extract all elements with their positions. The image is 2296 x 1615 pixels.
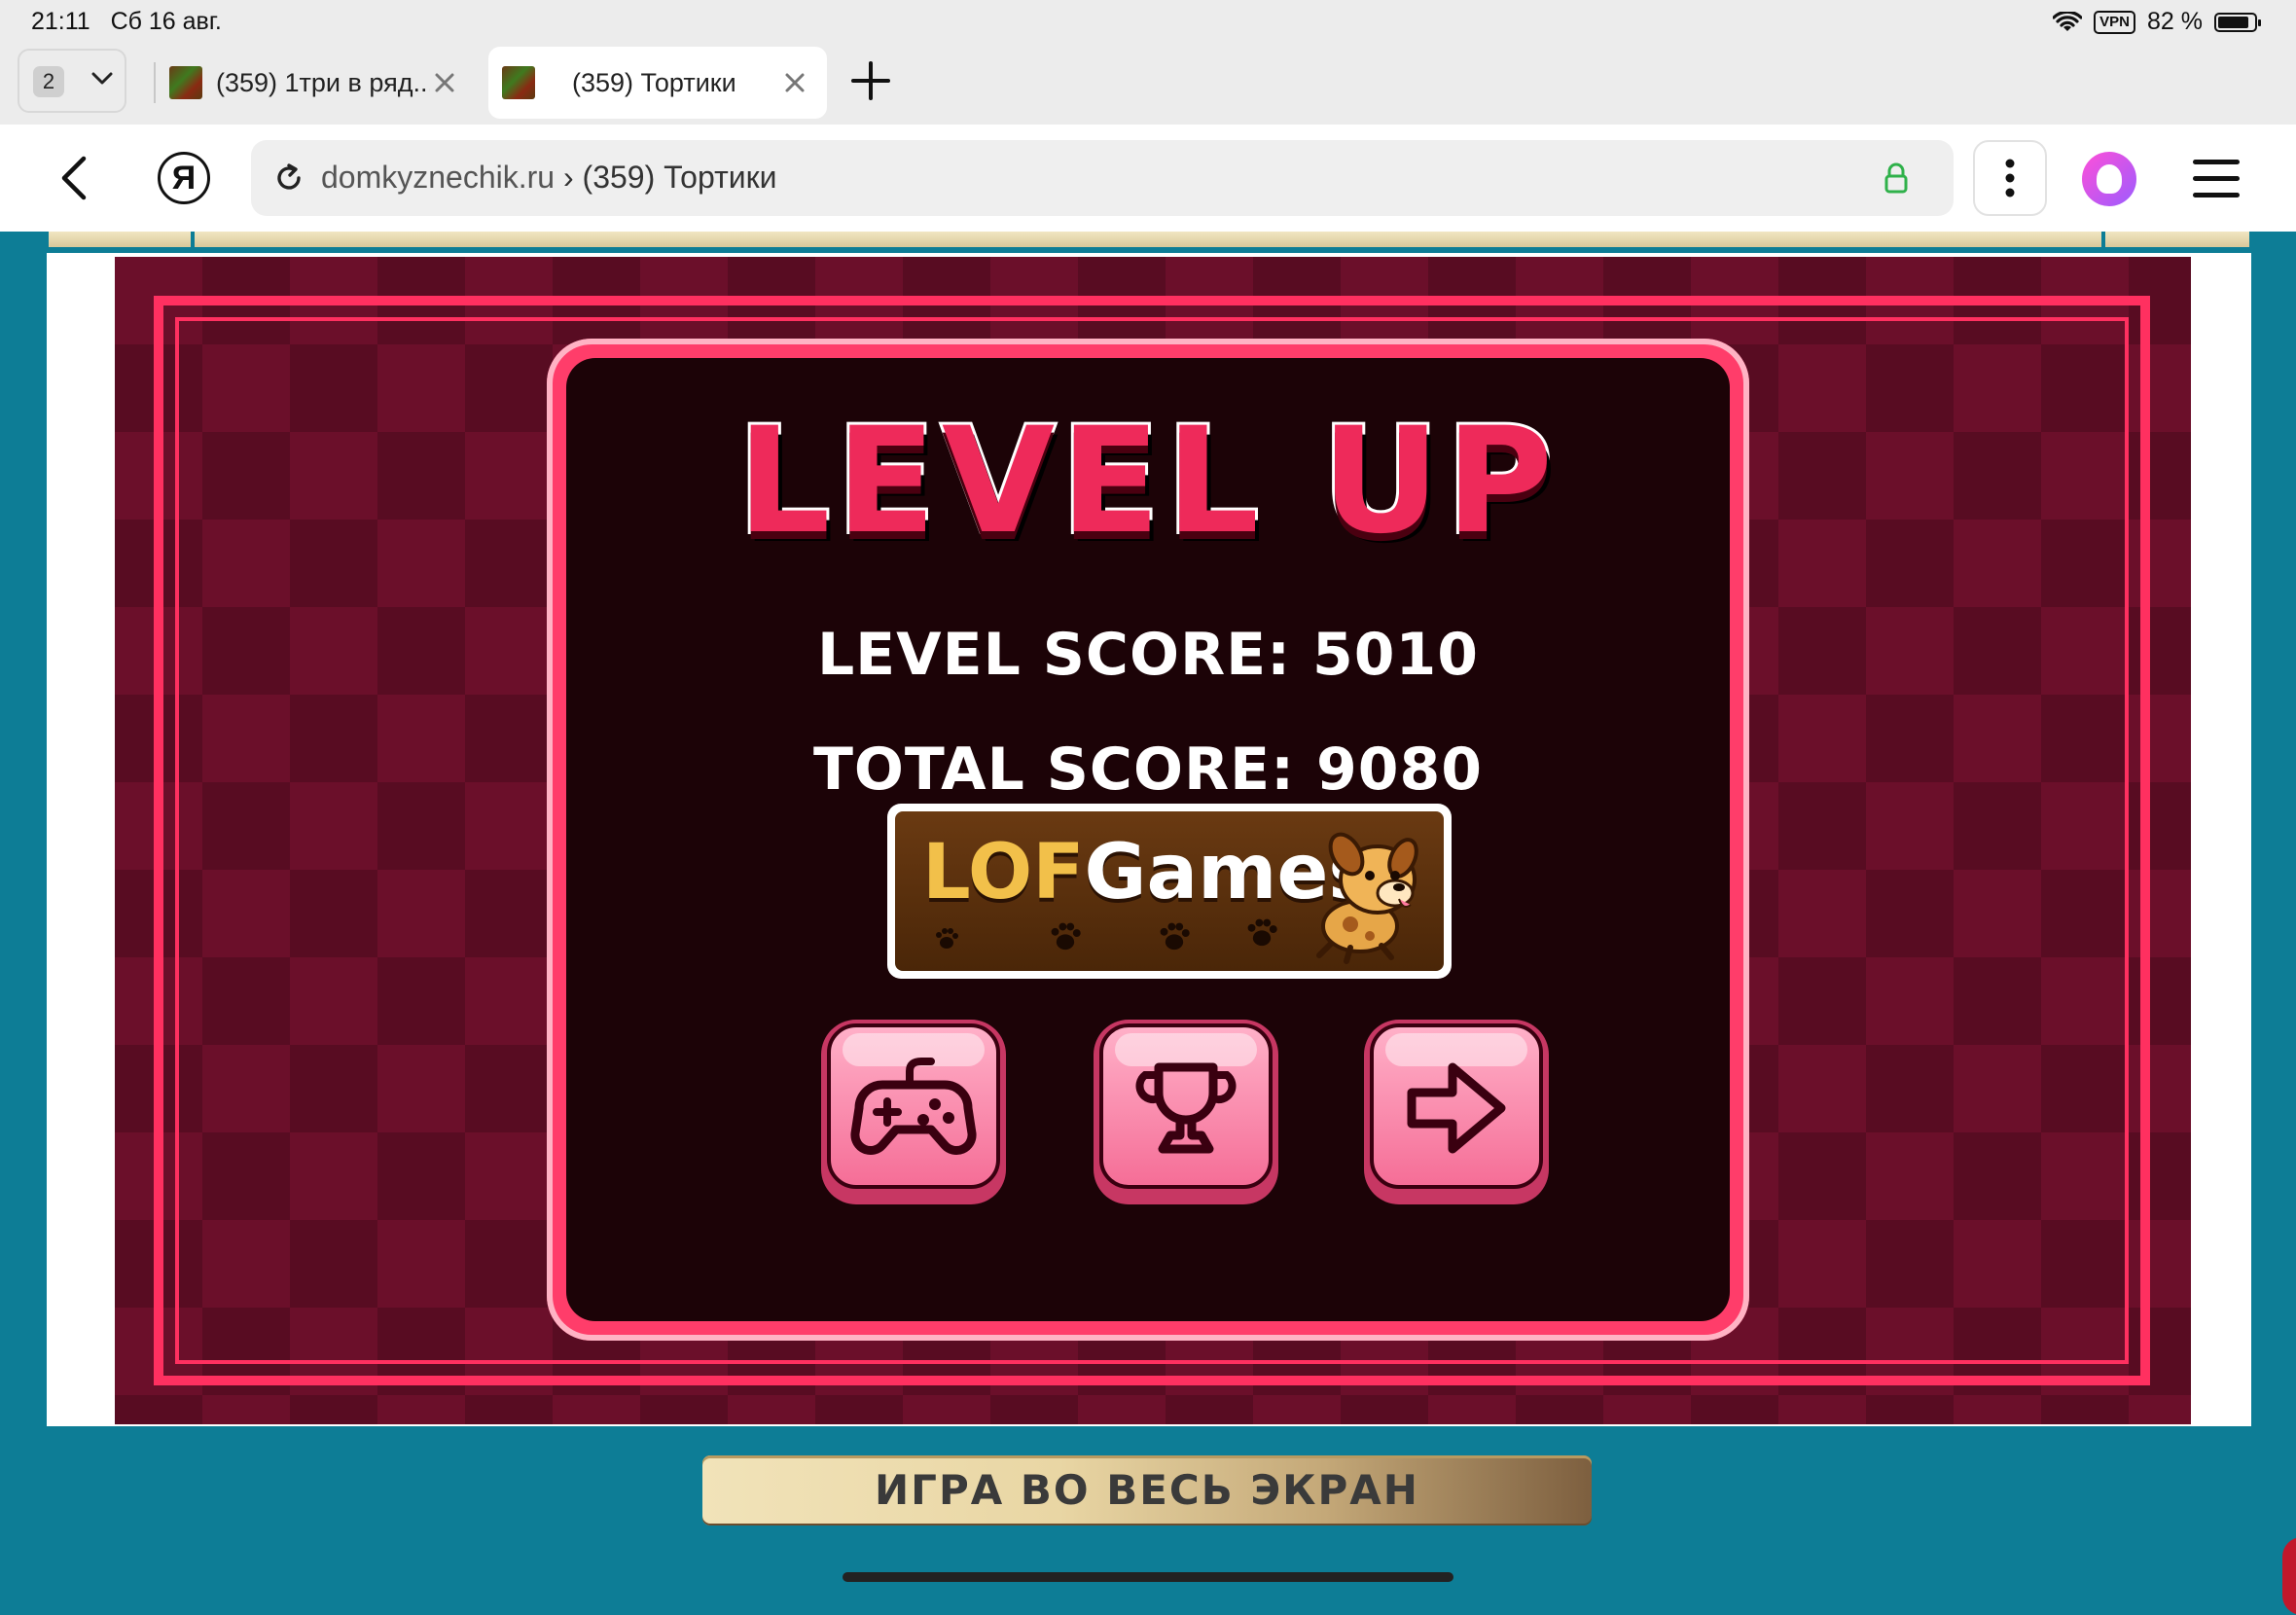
tab-title: (359) Тортики xyxy=(572,67,736,97)
total-score: TOTAL SCORE: 9080 xyxy=(812,736,1484,804)
paw-icon xyxy=(1160,922,1190,951)
alice-assistant-icon[interactable] xyxy=(2082,152,2136,206)
tab-switcher-button[interactable]: 2 xyxy=(18,49,126,113)
tab-2-active[interactable]: (359) Тортики xyxy=(488,47,827,119)
status-right: VPN 82 % xyxy=(2053,8,2261,36)
wifi-icon xyxy=(2053,11,2083,31)
battery-percent: 82 % xyxy=(2147,8,2203,35)
level-score: LEVEL SCORE: 5010 xyxy=(816,621,1480,689)
paw-icon xyxy=(1051,922,1081,951)
puppy-mascot-icon xyxy=(1316,832,1418,964)
battery-icon xyxy=(2214,12,2261,32)
game-canvas[interactable]: LEVEL UP LEVEL SCORE: 5010 TOTAL SCORE: … xyxy=(115,257,2191,1424)
close-icon[interactable] xyxy=(430,68,459,97)
panel-inner: LEVEL UP LEVEL SCORE: 5010 TOTAL SCORE: … xyxy=(566,358,1730,1321)
corner-widget[interactable] xyxy=(2282,1537,2296,1615)
lofgames-logo-button[interactable]: LOFGames xyxy=(887,804,1452,979)
gamepad-icon xyxy=(850,1058,977,1155)
level-up-panel: LEVEL UP LEVEL SCORE: 5010 TOTAL SCORE: … xyxy=(547,339,1749,1341)
yandex-logo-icon[interactable]: Я xyxy=(158,152,210,204)
address-toolbar: Я domkyznechik.ru › (359) Тортики xyxy=(0,125,2296,232)
arrow-right-icon xyxy=(1407,1062,1506,1154)
home-indicator xyxy=(843,1572,1453,1582)
paw-icon xyxy=(1247,918,1277,947)
next-level-button[interactable] xyxy=(1364,1020,1549,1204)
status-time: 21:11 Сб 16 авг. xyxy=(31,8,222,35)
tab-bar: 2 (359) 1три в ряд... (359) Тортики xyxy=(0,45,2296,125)
paw-icon xyxy=(936,928,958,949)
url-text: domkyznechik.ru › (359) Тортики xyxy=(321,160,777,195)
url-field[interactable]: domkyznechik.ru › (359) Тортики xyxy=(251,140,1954,216)
more-vertical-icon xyxy=(2005,159,2015,197)
favicon-icon xyxy=(502,66,535,99)
status-bar: 21:11 Сб 16 авг. VPN 82 % xyxy=(0,0,2296,45)
favicon-icon xyxy=(169,66,202,99)
play-more-games-button[interactable] xyxy=(821,1020,1006,1204)
fullscreen-game-button[interactable]: ИГРА ВО ВЕСЬ ЭКРАН xyxy=(702,1455,1592,1525)
trophy-icon xyxy=(1135,1062,1237,1154)
tab-count: 2 xyxy=(33,66,64,97)
vpn-badge: VPN xyxy=(2094,10,2136,34)
close-icon[interactable] xyxy=(780,68,809,97)
tab-1[interactable]: (359) 1три в ряд... xyxy=(156,47,477,119)
new-tab-plus-icon[interactable] xyxy=(846,56,895,105)
tab-title: (359) 1три в ряд... xyxy=(216,67,430,97)
more-options-button[interactable] xyxy=(1973,140,2047,216)
level-up-title: LEVEL UP xyxy=(735,394,1560,569)
leaderboard-button[interactable] xyxy=(1094,1020,1278,1204)
page-top-strip xyxy=(49,232,2249,247)
chevron-down-icon xyxy=(91,72,113,85)
lock-icon[interactable] xyxy=(1883,162,1909,195)
reload-icon[interactable] xyxy=(272,162,305,195)
back-arrow-icon[interactable] xyxy=(56,154,91,202)
hamburger-menu-icon[interactable] xyxy=(2193,160,2240,209)
